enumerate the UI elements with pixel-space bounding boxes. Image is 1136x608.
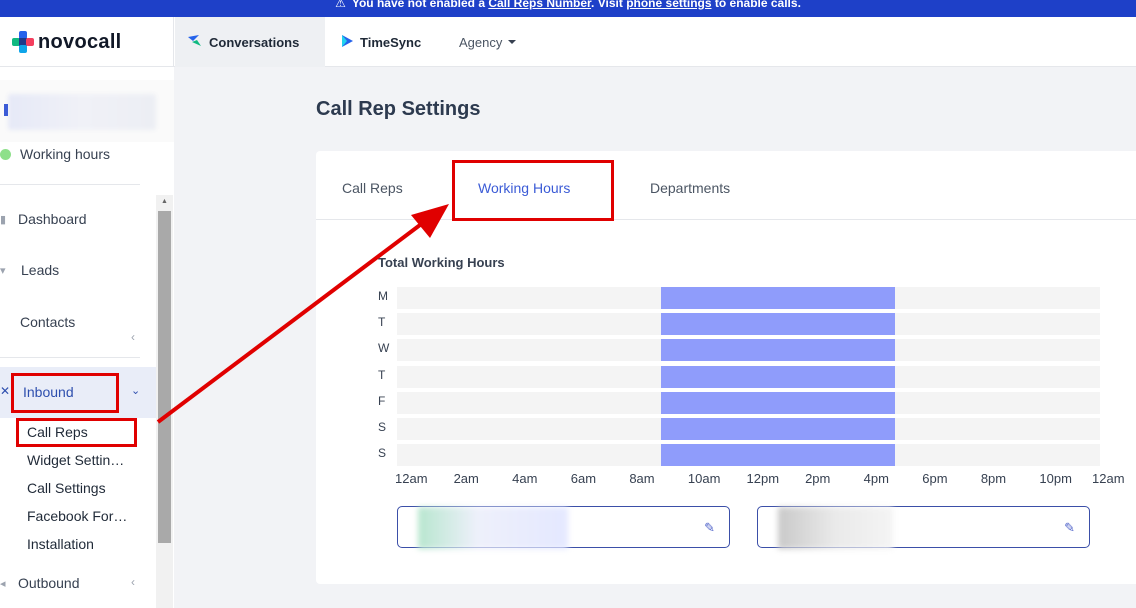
annotation-arrow: [156, 204, 449, 424]
